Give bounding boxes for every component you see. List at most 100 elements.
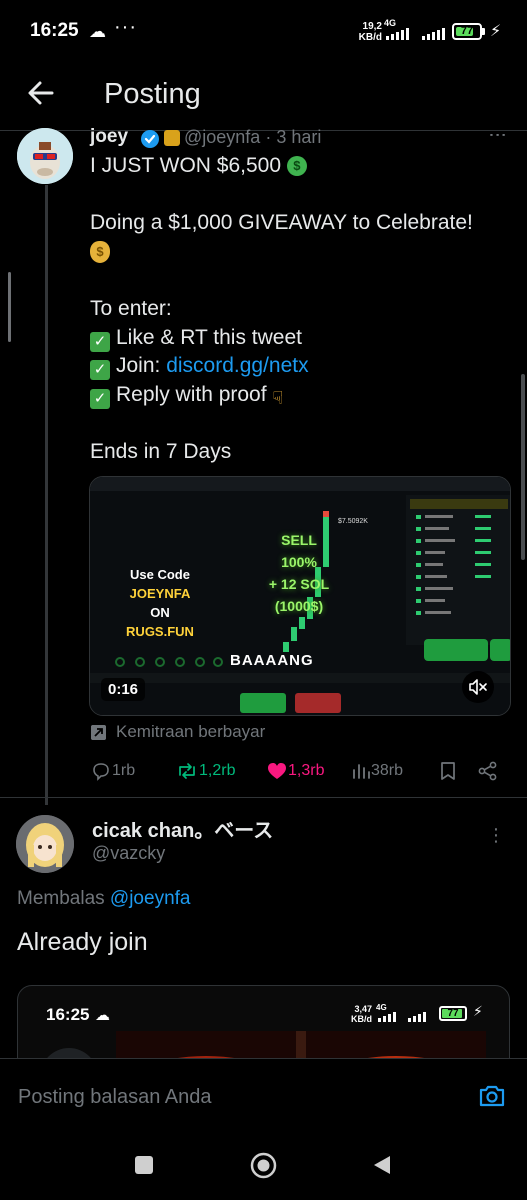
promo-line-4: RUGS.FUN [126,624,194,639]
tweet-blank [90,181,510,210]
nested-net-speed-unit: KB/d [351,1014,372,1024]
video-player[interactable]: Use Code JOEYNFA ON RUGS.FUN SELL 100% +… [89,476,511,716]
tweet-line-7: Ends in 7 Days [90,439,232,463]
tweet-line-3: To enter: [90,296,172,320]
tweet-text-4: Like & RT this tweet [116,325,302,349]
tweet-body: I JUST WON $6,500 $ Doing a $1,000 GIVEA… [90,152,510,467]
price-tag: $7.5092K [338,518,368,525]
repost-button[interactable]: 1,2rb [175,761,235,781]
anime-avatar-icon [16,815,74,873]
reply-text: Already join [17,928,148,956]
tweet-line-2: Doing a $1,000 GIVEAWAY to Celebrate! [90,211,473,235]
bookmark-icon[interactable] [437,760,459,782]
reply-input[interactable]: Posting balasan Anda [18,1086,212,1109]
avatar[interactable] [16,815,74,873]
heart-icon [268,763,286,779]
status-overflow: ··· [114,16,137,38]
tweet-text-5: Join: [116,354,167,378]
partnership-icon [91,725,106,740]
replying-prefix: Membalas [17,888,110,909]
promo-code-text: Use Code JOEYNFA ON RUGS.FUN [100,565,220,641]
home-button[interactable] [250,1152,277,1179]
repost-icon [179,763,195,779]
ape-avatar-icon [17,128,73,184]
tweet-line-4: ✓ Like & RT this tweet [90,324,510,353]
nested-net-speed: 3,47 KB/d [346,1004,372,1024]
view-count: 38rb [371,762,404,780]
post-time: 3 hari [276,127,322,147]
check-mark-emoji-icon: ✓ [90,360,110,381]
affiliate-badge-icon [164,130,180,146]
share-icon[interactable] [477,760,499,782]
check-mark-emoji-icon: ✓ [90,331,110,352]
tweet-text-1: I JUST WON $6,500 [90,154,282,177]
cloud-icon: ☁ [95,1007,110,1024]
tweet-blank [90,266,510,295]
tweet-line-1: I JUST WON $6,500 $ [90,152,510,181]
more-options-icon[interactable]: ⋮ [487,126,509,144]
verified-badge-icon [141,130,159,148]
camera-icon[interactable] [477,1081,507,1111]
overlay-caption: BAAAANG [230,652,314,669]
tweet-line-5: ✓ Join: discord.gg/netx [90,352,510,381]
more-options-icon[interactable]: ⋮ [487,825,505,846]
reply-icon [93,763,109,781]
reply-author-handle[interactable]: @vazcky [92,843,165,864]
thread-line [45,185,48,805]
tweet-line-2b: $ [90,238,510,267]
money-face-emoji-icon: $ [286,156,307,177]
net-speed-value: 19,2 [362,21,382,32]
discord-link[interactable]: discord.gg/netx [166,354,308,377]
nested-net-speed-value: 3,47 [354,1004,372,1014]
promo-line-3: ON [150,605,170,620]
network-type: 4G [384,18,397,28]
check-mark-emoji-icon: ✓ [90,388,110,409]
battery-level: 77 [447,1008,459,1019]
reply-count: 1rb [112,762,136,780]
views-button[interactable]: 38rb [351,761,403,781]
battery-level: 77 [460,25,474,37]
promo-line-2: JOEYNFA [129,586,191,601]
signal-icon [378,1012,426,1022]
author-handle-and-time[interactable]: @joeynfa · 3 hari [184,127,321,148]
battery-tip [482,28,485,35]
repost-count: 1,2rb [199,762,236,780]
like-button[interactable]: 1,3rb [266,761,324,781]
cloud-icon: ☁ [89,22,106,41]
battery-icon: 77 [439,1006,467,1021]
mute-icon[interactable] [462,671,494,703]
avatar[interactable] [17,128,73,184]
tweet-divider [0,797,527,798]
sell-line-2: 100% [281,554,317,570]
tweet-blank [90,409,510,438]
video-duration: 0:16 [101,678,146,701]
battery-icon: 77 [452,23,482,40]
money-bag-emoji-icon: $ [90,241,110,264]
views-chart-icon [353,764,370,779]
replying-to-handle[interactable]: @joeynfa [110,888,191,909]
scrollbar[interactable] [521,374,525,560]
reply-button[interactable]: 1rb [90,761,135,781]
reply-author-name[interactable]: cicak chan。ベース [92,814,273,843]
page-title: Posting [104,78,201,110]
scroll-handle [8,272,11,342]
sell-line-4: (1000$) [274,598,324,614]
promo-line-1: Use Code [130,567,190,582]
pointing-down-emoji-icon: ☟ [272,388,284,409]
sell-line-3: + 12 SOL [268,576,330,592]
back-arrow-icon[interactable] [22,74,60,112]
tweet-text-6: Reply with proof [116,382,267,406]
status-bar: 16:25 ☁ ··· 19,2 KB/d 4G 77 ⚡ [0,0,527,64]
author-name[interactable]: joey [90,126,128,148]
author-handle: @joeynfa [184,127,261,147]
replying-to: Membalas @joeynfa [17,888,190,910]
recents-button[interactable] [135,1156,153,1174]
like-count: 1,3rb [288,762,325,780]
back-button[interactable] [370,1153,394,1177]
signal-icon [386,28,409,40]
nested-status-time: 16:25 [46,1005,90,1024]
sell-line-1: SELL [281,532,317,548]
paid-partnership-label: Kemitraan berbayar [116,722,266,741]
sell-overlay: SELL 100% + 12 SOL (1000$) [244,529,354,617]
charging-icon: ⚡ [490,23,502,40]
